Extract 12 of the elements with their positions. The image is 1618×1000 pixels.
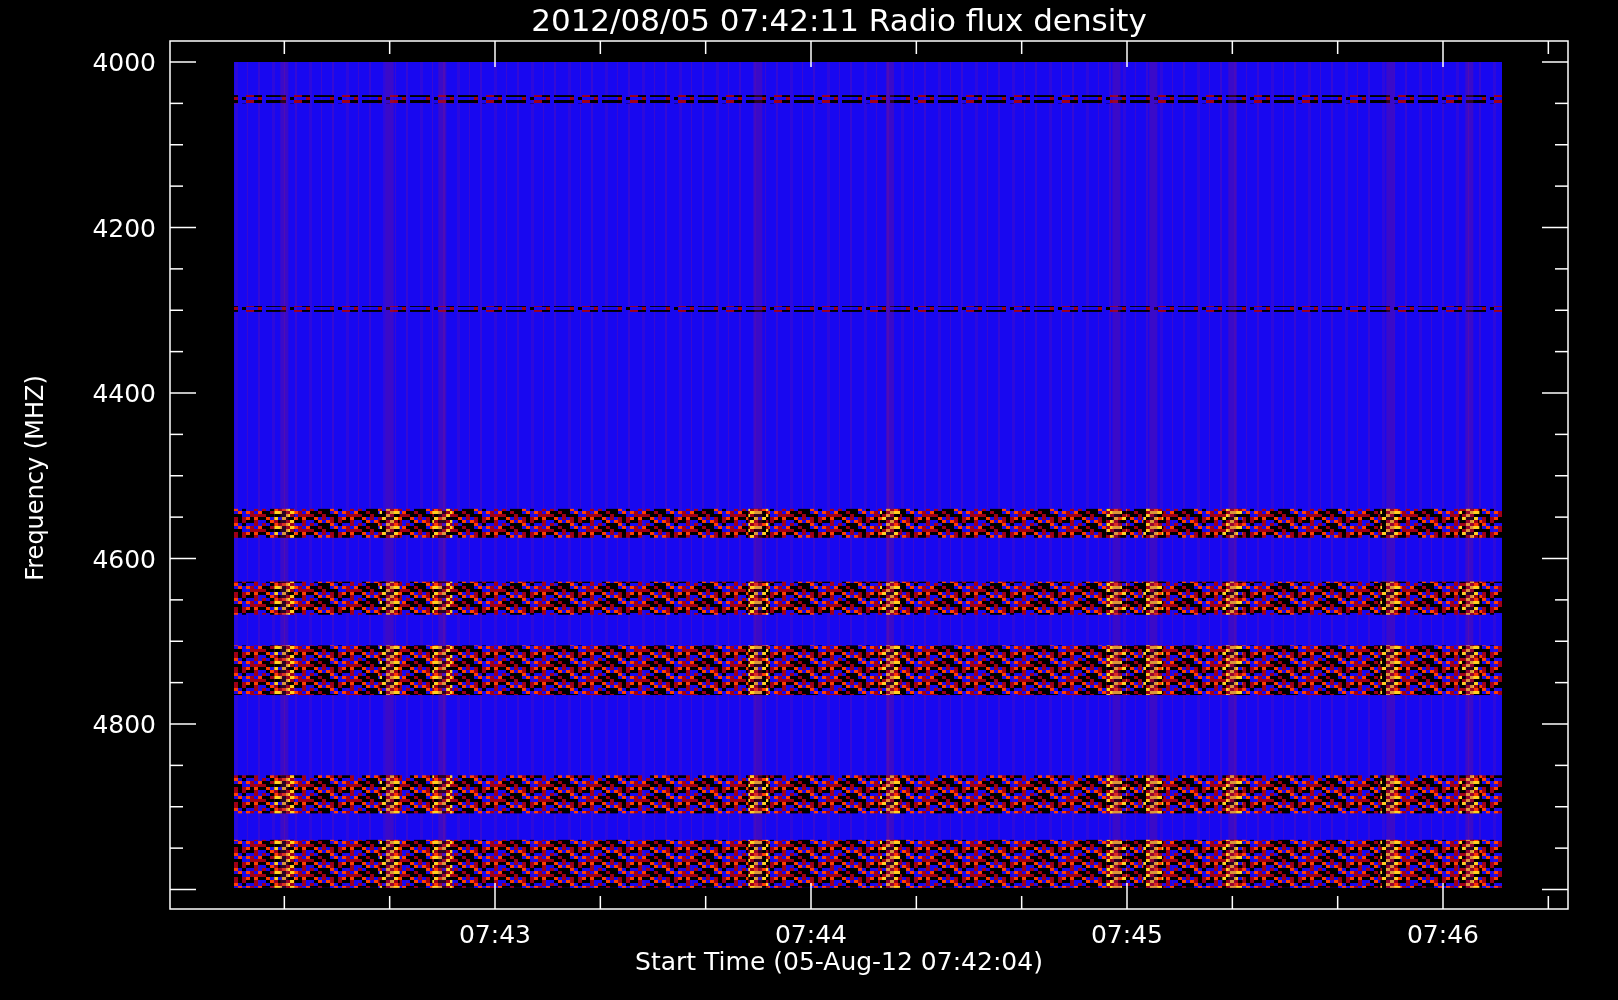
x-axis-label: Start Time (05-Aug-12 07:42:04) [634,947,1044,976]
y-tick-label: 4200 [92,213,156,243]
y-axis-label: Frequency (MHZ) [21,374,49,581]
y-tick-label: 4800 [92,710,156,739]
y-tick-label: 4400 [92,379,156,408]
x-tick-label: 07:44 [775,920,847,949]
chart-title: 2012/08/05 07:42:11 Radio flux density [530,1,1148,40]
x-tick-label: 07:45 [1091,920,1163,949]
x-tick-label: 07:46 [1407,920,1479,949]
x-tick-label: 07:43 [459,920,531,949]
y-tick-label: 4600 [92,544,156,574]
y-tick-label: 4000 [92,48,156,77]
